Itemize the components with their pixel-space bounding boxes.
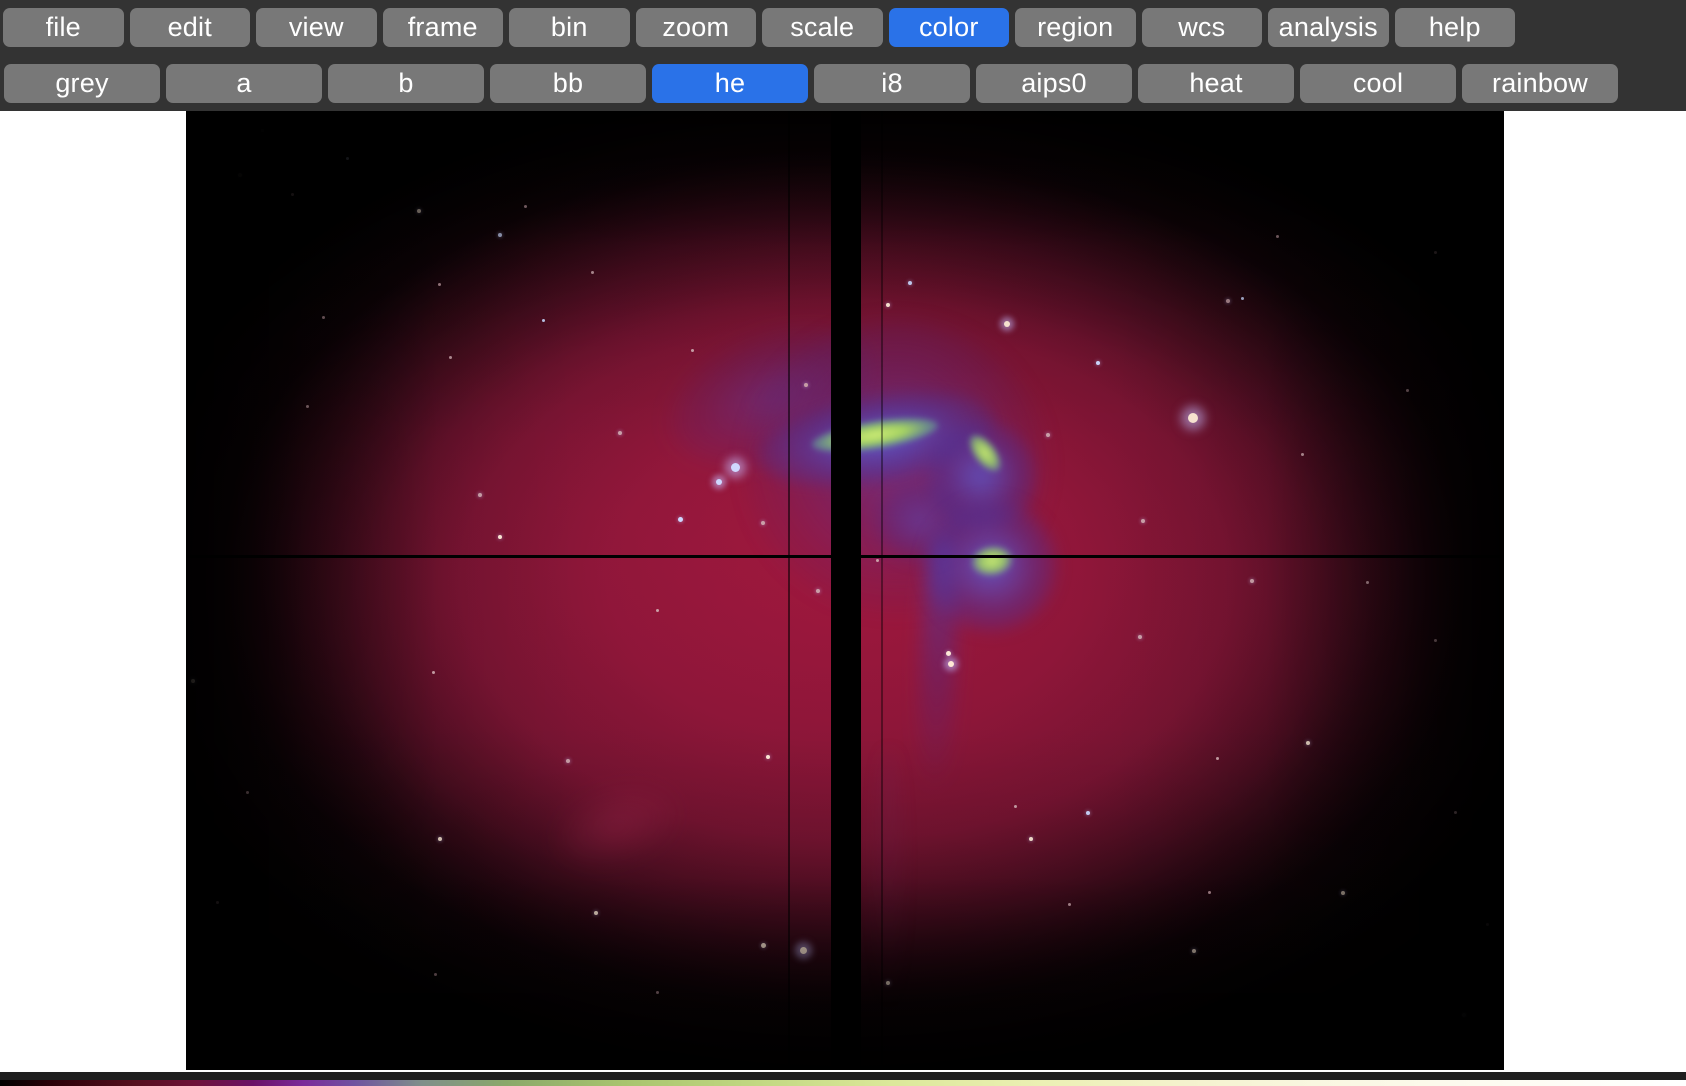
cmap-he[interactable]: he xyxy=(652,63,808,103)
menu-scale[interactable]: scale xyxy=(762,8,883,47)
main-menubar: file edit view frame bin zoom scale color region… xyxy=(0,0,1686,55)
menu-help[interactable]: help xyxy=(1394,8,1515,47)
ds9-window: file edit view frame bin zoom scale color region… xyxy=(0,0,1686,1086)
menu-zoom[interactable]: zoom xyxy=(635,8,756,47)
detector-chip-gap-vertical xyxy=(831,111,861,1070)
he-colormap-colorbar[interactable] xyxy=(0,1080,1686,1086)
cmap-bb[interactable]: bb xyxy=(490,63,646,103)
cmap-rainbow[interactable]: rainbow xyxy=(1462,63,1618,103)
menu-view[interactable]: view xyxy=(256,8,377,47)
fits-image-display[interactable] xyxy=(186,111,1504,1070)
menu-wcs[interactable]: wcs xyxy=(1141,8,1262,47)
menu-bin[interactable]: bin xyxy=(509,8,630,47)
image-canvas-area[interactable] xyxy=(0,111,1686,1072)
detector-seam-right xyxy=(881,111,883,1070)
menu-edit[interactable]: edit xyxy=(129,8,250,47)
cmap-a[interactable]: a xyxy=(166,63,322,103)
detector-seam-left xyxy=(788,111,790,1070)
menu-region[interactable]: region xyxy=(1015,8,1136,47)
cmap-cool[interactable]: cool xyxy=(1300,63,1456,103)
menu-color[interactable]: color xyxy=(888,8,1009,47)
menu-file[interactable]: file xyxy=(3,8,124,47)
cmap-heat[interactable]: heat xyxy=(1138,63,1294,103)
cmap-i8[interactable]: i8 xyxy=(814,63,970,103)
bottom-panel-strip xyxy=(0,1072,1686,1080)
detector-chip-gap-horizontal xyxy=(186,555,1504,558)
menu-frame[interactable]: frame xyxy=(382,8,503,47)
cmap-grey[interactable]: grey xyxy=(4,63,160,103)
cmap-b[interactable]: b xyxy=(328,63,484,103)
menu-analysis[interactable]: analysis xyxy=(1268,8,1389,47)
colormap-menubar: grey a b bb he i8 aips0 heat cool rainbow xyxy=(0,55,1686,111)
cmap-aips0[interactable]: aips0 xyxy=(976,63,1132,103)
